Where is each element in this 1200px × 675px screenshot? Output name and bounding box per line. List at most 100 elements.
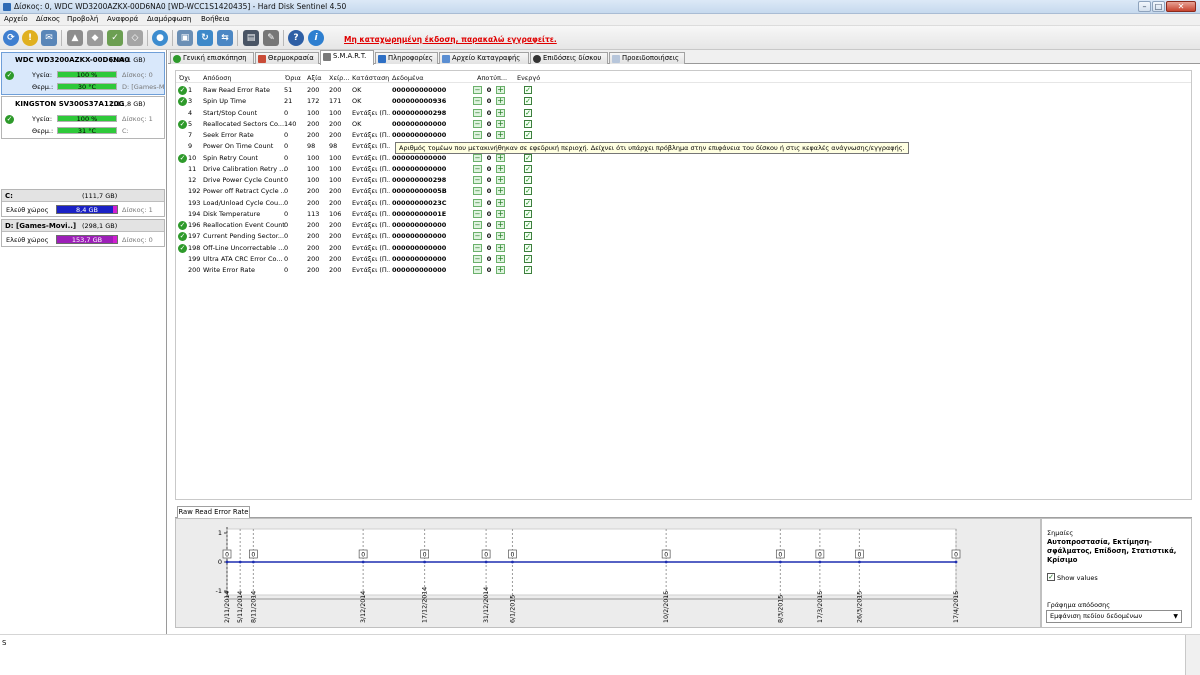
active-checkbox[interactable]: ✓ — [524, 86, 532, 94]
menu-configuration[interactable]: Διαμόρφωση — [147, 15, 191, 23]
active-checkbox[interactable]: ✓ — [524, 266, 532, 274]
table-row[interactable]: ✓ 3 Spin Up Time 21 172 171 OK 000000000936−0 + ✓ — [176, 96, 556, 107]
tab-information[interactable]: Πληροφορίες — [375, 52, 438, 64]
column-header-data[interactable]: Δεδομένα — [392, 74, 423, 82]
partition-card-c[interactable]: C: (111,7 GB) Ελεύθ χώρος 8,4 GB Δίσκος:… — [1, 189, 165, 217]
offset-decrease-button[interactable]: − — [473, 131, 482, 139]
help-icon[interactable]: ? — [288, 30, 304, 46]
info-icon[interactable]: i — [308, 30, 324, 46]
offset-decrease-button[interactable]: − — [473, 97, 482, 106]
offset-increase-button[interactable]: + — [496, 176, 505, 184]
offset-decrease-button[interactable]: − — [473, 108, 482, 117]
surface-test-icon[interactable]: ◆ — [87, 30, 103, 46]
offset-increase-button[interactable]: + — [496, 131, 505, 139]
registration-link[interactable]: Μη καταχωρημένη έκδοση, παρακαλώ εγγραφε… — [344, 35, 557, 44]
graph-mode-select[interactable]: Εμφάνιση πεδίου δεδομένων ▼ — [1046, 610, 1182, 623]
active-checkbox[interactable]: ✓ — [524, 232, 532, 241]
offset-increase-button[interactable]: + — [496, 243, 505, 252]
disk-test-icon[interactable]: ✓ — [107, 30, 123, 46]
partition-card-d[interactable]: D: [Games-Movi..] (298,1 GB) Ελεύθ χώρος… — [1, 219, 165, 247]
tab-temperature[interactable]: Θερμοκρασία — [255, 52, 319, 64]
sync-icon[interactable]: ↻ — [197, 30, 213, 46]
tab-log[interactable]: Αρχείο Καταγραφής — [439, 52, 529, 64]
offset-increase-button[interactable]: + — [496, 198, 505, 207]
table-row[interactable]: ✓ 196 Reallocation Event Count 0 200 200 Εντάξ… — [176, 220, 556, 231]
column-header-attribute[interactable]: Απόδοση — [203, 74, 232, 82]
minimize-button[interactable]: – — [1138, 1, 1151, 12]
menu-help[interactable]: Βοήθεια — [201, 15, 230, 23]
table-row[interactable]: 199 Ultra ATA CRC Error Co... 0 200 200 Εντάξ… — [176, 254, 556, 265]
globe-icon[interactable]: ● — [152, 30, 168, 46]
offset-decrease-button[interactable]: − — [473, 232, 482, 241]
offset-increase-button[interactable]: + — [496, 221, 505, 229]
monitor-icon[interactable]: ▤ — [243, 30, 259, 46]
table-row[interactable]: 7 Seek Error Rate 0 200 200 Εντάξει (Π... 0000… — [176, 130, 556, 141]
table-row[interactable]: ✓ 1 Raw Read Error Rate 51 200 200 OK 000000000… — [176, 85, 556, 96]
offset-increase-button[interactable]: + — [496, 153, 505, 162]
table-row[interactable]: 12 Drive Power Cycle Count 0 100 100 Εντάξει … — [176, 175, 556, 186]
offset-increase-button[interactable]: + — [496, 108, 505, 117]
table-row[interactable]: 194 Disk Temperature 0 113 106 Εντάξει (Π... 0… — [176, 209, 556, 220]
offset-decrease-button[interactable]: − — [473, 243, 482, 252]
close-button[interactable]: ✕ — [1166, 1, 1196, 12]
active-checkbox[interactable]: ✓ — [524, 243, 532, 252]
offset-decrease-button[interactable]: − — [473, 153, 482, 162]
table-row[interactable]: 4 Start/Stop Count 0 100 100 Εντάξει (Π... 000… — [176, 108, 556, 119]
offset-increase-button[interactable]: + — [496, 119, 505, 128]
active-checkbox[interactable]: ✓ — [524, 97, 532, 106]
offset-increase-button[interactable]: + — [496, 86, 505, 94]
active-checkbox[interactable]: ✓ — [524, 254, 532, 263]
menu-view[interactable]: Προβολή — [67, 15, 98, 23]
menu-file[interactable]: Αρχείο — [4, 15, 28, 23]
offset-increase-button[interactable]: + — [496, 254, 505, 263]
menu-disk[interactable]: Δίσκος — [36, 15, 60, 23]
offset-decrease-button[interactable]: − — [473, 198, 482, 207]
disk-card-0[interactable]: WDC WD3200AZKX-00D6NA0 (298,1 GB) ✓ Υγεί… — [1, 52, 165, 95]
show-values-label[interactable]: Show values — [1057, 574, 1098, 582]
menu-report[interactable]: Αναφορά — [107, 15, 138, 23]
table-row[interactable]: 192 Power off Retract Cycle ... 0 200 200 Εντ… — [176, 186, 556, 197]
offset-increase-button[interactable]: + — [496, 266, 505, 274]
active-checkbox[interactable]: ✓ — [524, 131, 532, 139]
active-checkbox[interactable]: ✓ — [524, 221, 532, 229]
column-header-value[interactable]: Αξία — [307, 74, 322, 82]
active-checkbox[interactable]: ✓ — [524, 176, 532, 184]
disk-tool-icon[interactable]: ▲ — [67, 30, 83, 46]
offset-decrease-button[interactable]: − — [473, 254, 482, 263]
table-row[interactable]: 200 Write Error Rate 0 200 200 Εντάξει (Π... 0… — [176, 265, 556, 276]
table-row[interactable]: 11 Drive Calibration Retry ... 0 100 100 Εντά… — [176, 164, 556, 175]
offset-decrease-button[interactable]: − — [473, 209, 482, 218]
table-row[interactable]: ✓ 10 Spin Retry Count 0 100 100 Εντάξει (Π... 0… — [176, 153, 556, 164]
offset-increase-button[interactable]: + — [496, 164, 505, 173]
active-checkbox[interactable]: ✓ — [524, 119, 532, 128]
tab-alerts[interactable]: Προειδοποιήσεις — [609, 52, 685, 64]
tools-icon[interactable]: ✎ — [263, 30, 279, 46]
offset-increase-button[interactable]: + — [496, 187, 505, 196]
offset-decrease-button[interactable]: − — [473, 221, 482, 229]
disk-card-1[interactable]: KINGSTON SV300S37A120G (111,8 GB) ✓ Υγεί… — [1, 96, 165, 139]
table-row[interactable]: ✓ 5 Reallocated Sectors Co... 140 200 200 OK 00… — [176, 119, 556, 130]
alert-icon[interactable]: ! — [22, 30, 38, 46]
offset-decrease-button[interactable]: − — [473, 266, 482, 274]
column-header-active[interactable]: Ενεργό — [517, 74, 540, 82]
backup-icon[interactable]: ▣ — [177, 30, 193, 46]
column-header-status[interactable]: Κατάσταση — [352, 74, 389, 82]
offset-decrease-button[interactable]: − — [473, 187, 482, 196]
column-header-offset[interactable]: Αποτύπ... — [477, 74, 507, 82]
column-header-id[interactable]: Όχι — [179, 74, 190, 82]
active-checkbox[interactable]: ✓ — [524, 164, 532, 173]
active-checkbox[interactable]: ✓ — [524, 108, 532, 117]
disk-settings-icon[interactable]: ◇ — [127, 30, 143, 46]
offset-decrease-button[interactable]: − — [473, 164, 482, 173]
active-checkbox[interactable]: ✓ — [524, 187, 532, 196]
offset-decrease-button[interactable]: − — [473, 176, 482, 184]
offset-decrease-button[interactable]: − — [473, 86, 482, 94]
tab-smart[interactable]: S.M.A.R.T. — [320, 50, 374, 65]
active-checkbox[interactable]: ✓ — [524, 198, 532, 207]
table-row[interactable]: ✓ 197 Current Pending Sector... 0 200 200 Εντά… — [176, 231, 556, 242]
table-row[interactable]: 193 Load/Unload Cycle Cou... 0 200 200 Εντάξε… — [176, 198, 556, 209]
active-checkbox[interactable]: ✓ — [524, 153, 532, 162]
maximize-button[interactable]: □ — [1152, 1, 1165, 12]
tab-overview[interactable]: Γενική επισκόπηση — [170, 52, 254, 64]
network-icon[interactable]: ⇆ — [217, 30, 233, 46]
